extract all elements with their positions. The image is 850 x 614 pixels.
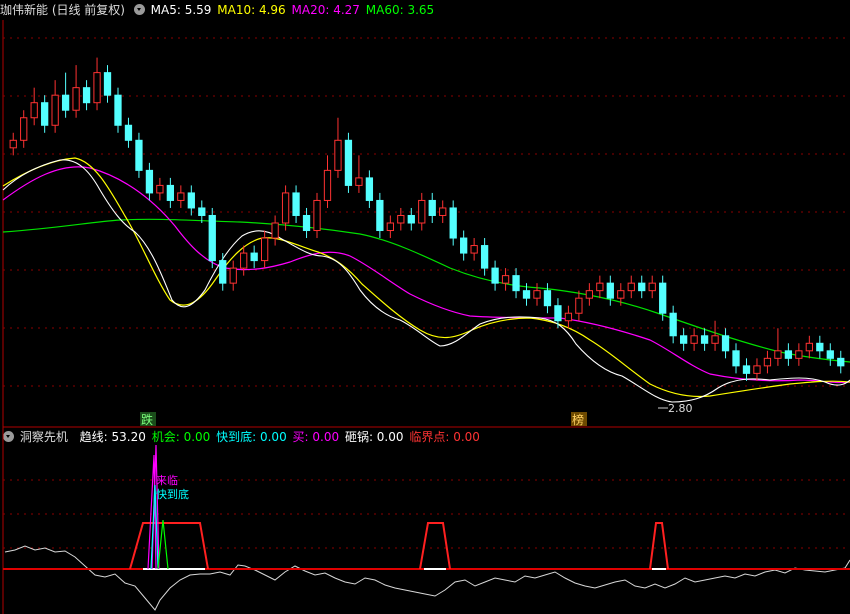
candle-body: [795, 350, 803, 359]
candle-body: [334, 139, 342, 171]
candle-body: [114, 94, 122, 126]
candle-body: [763, 357, 772, 367]
chart-canvas: 2.80 跌 榜 来临 快到底: [2, 20, 850, 614]
ma5-line: [2, 159, 850, 403]
candle-body: [491, 267, 499, 284]
candle-body: [386, 222, 394, 232]
candle-body: [198, 207, 206, 216]
candle-body: [72, 87, 80, 111]
candle-body: [219, 260, 227, 284]
candle-body: [606, 282, 614, 299]
candle-body: [659, 282, 667, 314]
candle-body: [428, 199, 436, 216]
critical-pulse: [129, 522, 669, 570]
candle-body: [82, 87, 91, 104]
candle-body: [407, 214, 415, 224]
candle-body: [596, 282, 604, 292]
candle-body: [700, 335, 709, 344]
candle-body: [260, 237, 269, 262]
candle-body: [774, 350, 782, 359]
candle-body: [449, 207, 457, 239]
grid: [2, 20, 850, 614]
candle-body: [721, 335, 730, 352]
ma10-line: [2, 157, 850, 398]
candle-body: [575, 297, 583, 314]
candle-body: [271, 222, 279, 239]
candle-body: [124, 124, 133, 141]
candle-body: [711, 335, 719, 344]
candle-body: [229, 267, 237, 284]
candle-body: [522, 290, 531, 299]
chance-spike: [157, 519, 169, 570]
trend-line: [4, 545, 850, 611]
candle-body: [20, 117, 28, 141]
low-marker-value: 2.80: [668, 402, 693, 415]
candle-body: [30, 102, 38, 119]
annotation-coming: 来临: [156, 473, 178, 487]
candle-body: [376, 199, 384, 232]
candle-body: [439, 207, 447, 216]
candle-body: [313, 199, 321, 232]
candle-body: [145, 169, 154, 194]
candle-body: [103, 72, 112, 96]
candle-body: [554, 305, 562, 322]
candle-body: [627, 282, 635, 292]
candle-body: [470, 245, 478, 254]
candle-body: [41, 102, 49, 126]
candle-body: [292, 192, 300, 216]
candle-body: [51, 94, 59, 126]
candle-body: [826, 350, 834, 359]
tag-left: 跌: [141, 412, 153, 427]
candle-body: [501, 275, 510, 284]
candle-body: [816, 342, 824, 352]
candle-body: [480, 245, 489, 269]
candle-body: [344, 139, 353, 186]
candle-body: [187, 192, 195, 209]
candle-body: [617, 290, 625, 299]
candle-body: [753, 365, 761, 374]
candle-body: [281, 192, 290, 224]
candle-body: [418, 199, 426, 224]
candle-body: [397, 214, 405, 224]
sub-indicator: 来临 快到底: [3, 444, 850, 611]
candle-body: [533, 290, 541, 299]
candle-body: [135, 139, 143, 171]
candle-body: [9, 139, 17, 149]
candle-body: [648, 282, 656, 292]
candle-body: [302, 214, 311, 232]
tag-right: 榜: [572, 412, 584, 427]
candle-body: [784, 350, 793, 359]
candle-body: [679, 335, 688, 344]
candle-body: [250, 252, 258, 262]
candle-body: [805, 342, 813, 352]
candle-body: [61, 94, 70, 111]
candle-body: [543, 290, 552, 307]
candle-body: [669, 312, 677, 337]
annotation-near-bottom: 快到底: [156, 487, 189, 501]
candle-body: [208, 214, 216, 262]
candle-body: [690, 335, 698, 344]
candle-body: [564, 312, 573, 322]
candle-body: [460, 237, 468, 254]
candle-body: [156, 184, 164, 194]
candle-body: [240, 252, 248, 269]
candle-body: [638, 282, 646, 292]
candle-body: [177, 192, 185, 201]
candle-body: [837, 357, 845, 367]
candle-body: [512, 275, 520, 292]
candle-body: [742, 365, 751, 374]
candle-body: [732, 350, 740, 367]
candle-body: [93, 72, 101, 104]
candle-body: [585, 290, 594, 299]
candle-body: [166, 184, 175, 201]
candle-body: [323, 169, 332, 201]
candle-body: [365, 177, 374, 201]
candle-body: [355, 177, 363, 186]
